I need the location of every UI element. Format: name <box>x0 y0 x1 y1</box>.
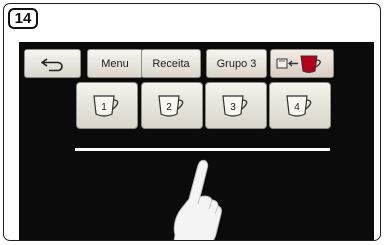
cup-3-button[interactable]: 3 <box>205 82 267 129</box>
group-button[interactable]: Grupo 3 <box>206 49 267 78</box>
cup-swap-icon <box>276 55 321 73</box>
pointing-hand-icon <box>173 160 222 240</box>
cup-icon: 1 <box>93 94 119 117</box>
instruction-frame: 14 Menu Receita Grupo 3 1 2 3 4 <box>3 3 381 241</box>
cup-2-number: 2 <box>166 102 172 113</box>
recipe-button[interactable]: Receita <box>141 49 201 78</box>
cup-2-button[interactable]: 2 <box>141 82 203 129</box>
back-arrow-icon <box>40 57 63 71</box>
cup-icon: 2 <box>158 94 184 117</box>
device-display: Menu Receita Grupo 3 1 2 3 4 <box>19 42 374 240</box>
cup-1-button[interactable]: 1 <box>76 82 138 129</box>
cup-icon: 4 <box>286 94 312 117</box>
divider-line <box>75 148 330 151</box>
step-number-badge: 14 <box>8 8 38 29</box>
cup-swap-button[interactable] <box>270 49 334 78</box>
cup-4-number: 4 <box>294 102 300 113</box>
cup-4-button[interactable]: 4 <box>269 82 331 129</box>
cup-icon: 3 <box>222 94 248 117</box>
cup-3-number: 3 <box>230 102 236 113</box>
menu-button[interactable]: Menu <box>87 49 143 78</box>
back-button[interactable] <box>24 49 81 78</box>
cup-1-number: 1 <box>101 102 107 113</box>
